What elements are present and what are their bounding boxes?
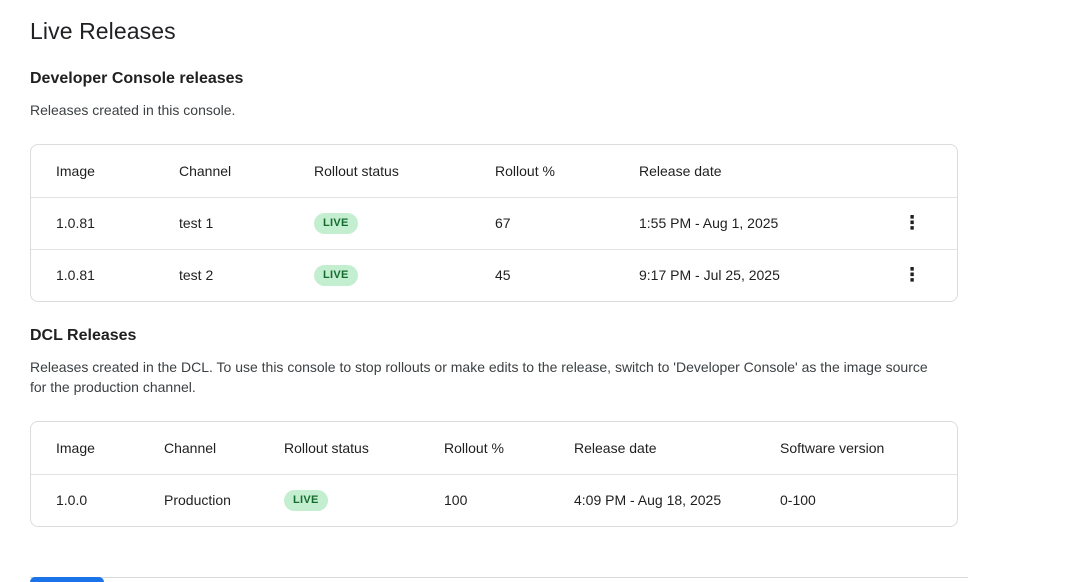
cell-actions: ⋮	[879, 249, 958, 301]
column-header-image: Image	[31, 145, 179, 197]
column-header-rollout-percent: Rollout %	[495, 145, 639, 197]
cell-channel: test 1	[179, 197, 314, 249]
cell-image: 1.0.0	[31, 474, 164, 526]
table-header-row: Image Channel Rollout status Rollout % R…	[31, 145, 958, 197]
cell-rollout-percent: 45	[495, 249, 639, 301]
column-header-rollout-percent: Rollout %	[444, 422, 574, 474]
developer-console-releases-description: Releases created in this console.	[30, 100, 942, 120]
column-header-software-version: Software version	[780, 422, 958, 474]
cell-release-date: 1:55 PM - Aug 1, 2025	[639, 197, 879, 249]
table-row: 1.0.81 test 2 LIVE 45 9:17 PM - Jul 25, …	[31, 249, 958, 301]
live-status-badge: LIVE	[314, 213, 358, 234]
row-actions-kebab-icon[interactable]: ⋮	[898, 261, 926, 289]
cell-rollout-status: LIVE	[314, 249, 495, 301]
live-status-badge: LIVE	[314, 265, 358, 286]
table-row: 1.0.0 Production LIVE 100 4:09 PM - Aug …	[31, 474, 958, 526]
column-header-rollout-status: Rollout status	[284, 422, 444, 474]
cell-rollout-percent: 67	[495, 197, 639, 249]
page-title: Live Releases	[30, 18, 1046, 45]
cell-release-date: 4:09 PM - Aug 18, 2025	[574, 474, 780, 526]
column-header-release-date: Release date	[639, 145, 879, 197]
cell-channel: test 2	[179, 249, 314, 301]
table-header-row: Image Channel Rollout status Rollout % R…	[31, 422, 958, 474]
cell-image: 1.0.81	[31, 249, 179, 301]
bottom-divider	[30, 577, 968, 578]
row-actions-kebab-icon[interactable]: ⋮	[898, 209, 926, 237]
column-header-release-date: Release date	[574, 422, 780, 474]
cell-rollout-percent: 100	[444, 474, 574, 526]
cell-channel: Production	[164, 474, 284, 526]
dcl-releases-heading: DCL Releases	[30, 327, 1046, 345]
live-status-badge: LIVE	[284, 490, 328, 511]
cell-actions: ⋮	[879, 197, 958, 249]
primary-button-partial[interactable]	[30, 577, 104, 582]
live-releases-page: Live Releases Developer Console releases…	[0, 0, 1076, 582]
table-row: 1.0.81 test 1 LIVE 67 1:55 PM - Aug 1, 2…	[31, 197, 958, 249]
cell-rollout-status: LIVE	[284, 474, 444, 526]
dcl-releases-table: Image Channel Rollout status Rollout % R…	[30, 421, 958, 527]
developer-console-releases-table: Image Channel Rollout status Rollout % R…	[30, 144, 958, 302]
column-header-image: Image	[31, 422, 164, 474]
cell-release-date: 9:17 PM - Jul 25, 2025	[639, 249, 879, 301]
column-header-actions	[879, 145, 958, 197]
cell-image: 1.0.81	[31, 197, 179, 249]
cell-rollout-status: LIVE	[314, 197, 495, 249]
column-header-rollout-status: Rollout status	[314, 145, 495, 197]
column-header-channel: Channel	[164, 422, 284, 474]
cell-software-version: 0-100	[780, 474, 958, 526]
dcl-releases-description: Releases created in the DCL. To use this…	[30, 357, 942, 397]
column-header-channel: Channel	[179, 145, 314, 197]
developer-console-releases-heading: Developer Console releases	[30, 70, 1046, 88]
